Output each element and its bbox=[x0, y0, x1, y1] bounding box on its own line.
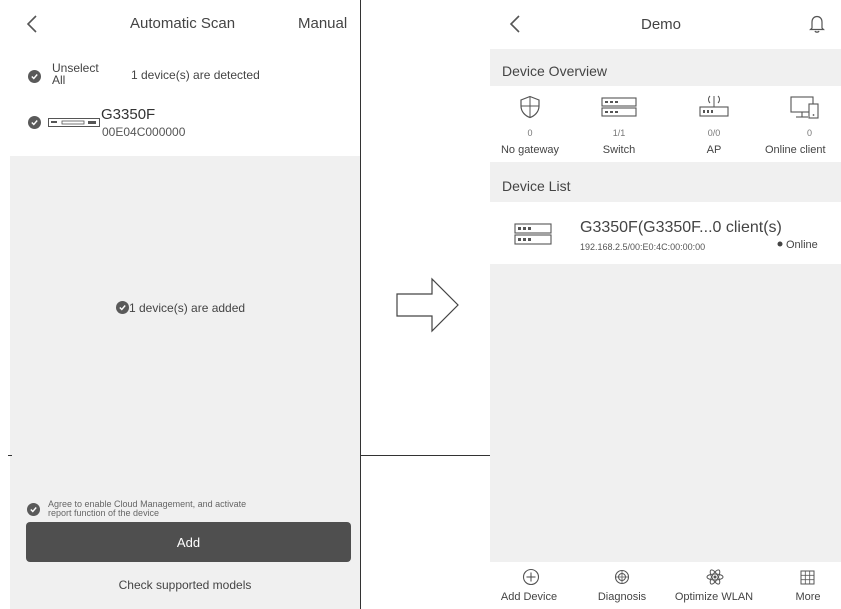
stat-value: 0/0 bbox=[707, 128, 721, 138]
stat-value: 1/1 bbox=[612, 128, 626, 138]
status-badge: Online bbox=[786, 239, 818, 251]
tab-add-device[interactable]: Add Device bbox=[490, 562, 568, 609]
device-check-icon[interactable] bbox=[28, 116, 41, 129]
add-button[interactable]: Add bbox=[26, 522, 351, 562]
switch-icon bbox=[601, 97, 637, 117]
device-id: 00E04C000000 bbox=[102, 125, 186, 139]
edge-tick bbox=[8, 455, 12, 456]
device-list-item[interactable]: G3350F(G3350F...0 client(s) 192.168.2.5/… bbox=[490, 202, 841, 264]
added-check-icon bbox=[116, 301, 129, 314]
check-supported-models-link[interactable]: Check supported models bbox=[10, 578, 360, 592]
monitor-icon bbox=[790, 96, 820, 120]
stat-label: AP bbox=[706, 144, 722, 156]
detected-count: 1 device(s) are detected bbox=[131, 68, 260, 82]
switch-icon bbox=[514, 223, 552, 245]
chevron-left-icon bbox=[509, 15, 520, 33]
shield-icon bbox=[519, 95, 541, 119]
project-header: Demo bbox=[490, 0, 841, 49]
device-overview-panel: 0 No gateway 1/1 Switch 0/0 AP 0 Online … bbox=[490, 86, 841, 162]
device-row[interactable]: G3350F 00E04C000000 bbox=[10, 97, 360, 151]
arrow-right-icon bbox=[396, 277, 460, 333]
stat-label: Switch bbox=[602, 144, 636, 156]
stat-online-client[interactable]: 0 Online client bbox=[763, 86, 841, 162]
stat-value: 0 bbox=[806, 128, 812, 138]
optimize-wlan-icon bbox=[706, 568, 724, 586]
tab-more[interactable]: More bbox=[775, 562, 841, 609]
detected-device-list: Unselect All 1 device(s) are detected G3… bbox=[10, 49, 360, 156]
add-device-icon bbox=[522, 568, 540, 586]
back-button[interactable] bbox=[509, 14, 521, 34]
device-name: G3350F bbox=[101, 106, 156, 123]
tab-label: Diagnosis bbox=[597, 591, 647, 603]
page-title: Automatic Scan bbox=[130, 15, 236, 32]
device-address: 192.168.2.5/00:E0:4C:00:00:00 bbox=[580, 242, 706, 252]
added-message: 1 device(s) are added bbox=[129, 301, 246, 315]
agree-check-icon[interactable] bbox=[27, 503, 40, 516]
stat-label: No gateway bbox=[500, 144, 560, 156]
project-title: Demo bbox=[641, 16, 682, 33]
diagnosis-icon bbox=[614, 569, 630, 585]
access-point-icon bbox=[698, 90, 730, 118]
right-phone-screen: Demo Device Overview 0 No gateway 1/1 Sw… bbox=[490, 0, 841, 609]
stat-ap[interactable]: 0/0 AP bbox=[674, 86, 754, 162]
tab-label: Optimize WLAN bbox=[674, 591, 754, 603]
left-phone-screen: Automatic Scan Manual Unselect All 1 dev… bbox=[10, 0, 360, 609]
tab-optimize-wlan[interactable]: Optimize WLAN bbox=[667, 562, 761, 609]
stat-value: 0 bbox=[527, 128, 533, 138]
bell-icon[interactable] bbox=[809, 14, 825, 34]
left-divider-line bbox=[360, 0, 361, 609]
online-dot-icon bbox=[777, 241, 783, 247]
grid-icon bbox=[800, 570, 815, 585]
device-name: G3350F(G3350F...0 client(s) bbox=[580, 219, 782, 236]
chevron-left-icon bbox=[26, 15, 37, 33]
device-list-title: Device List bbox=[502, 178, 571, 194]
stat-gateway[interactable]: 0 No gateway bbox=[490, 86, 570, 162]
stat-switch[interactable]: 1/1 Switch bbox=[579, 86, 659, 162]
unselect-all-check-icon[interactable] bbox=[28, 70, 41, 83]
unselect-all-label[interactable]: Unselect All bbox=[52, 62, 99, 86]
device-overview-title: Device Overview bbox=[502, 63, 608, 79]
back-button[interactable] bbox=[26, 14, 38, 34]
manual-button[interactable]: Manual bbox=[298, 15, 347, 32]
agree-text-line-2: report function of the device bbox=[48, 508, 160, 518]
tab-label: More bbox=[795, 591, 821, 603]
stat-label: Online client bbox=[765, 144, 826, 156]
bottom-tab-bar: Add Device Diagnosis Optimize WLAN More bbox=[490, 562, 841, 609]
scan-header: Automatic Scan Manual bbox=[10, 0, 360, 49]
connector-line bbox=[360, 455, 490, 456]
switch-device-icon bbox=[48, 118, 100, 127]
tab-label: Add Device bbox=[500, 591, 558, 603]
tab-diagnosis[interactable]: Diagnosis bbox=[582, 562, 662, 609]
